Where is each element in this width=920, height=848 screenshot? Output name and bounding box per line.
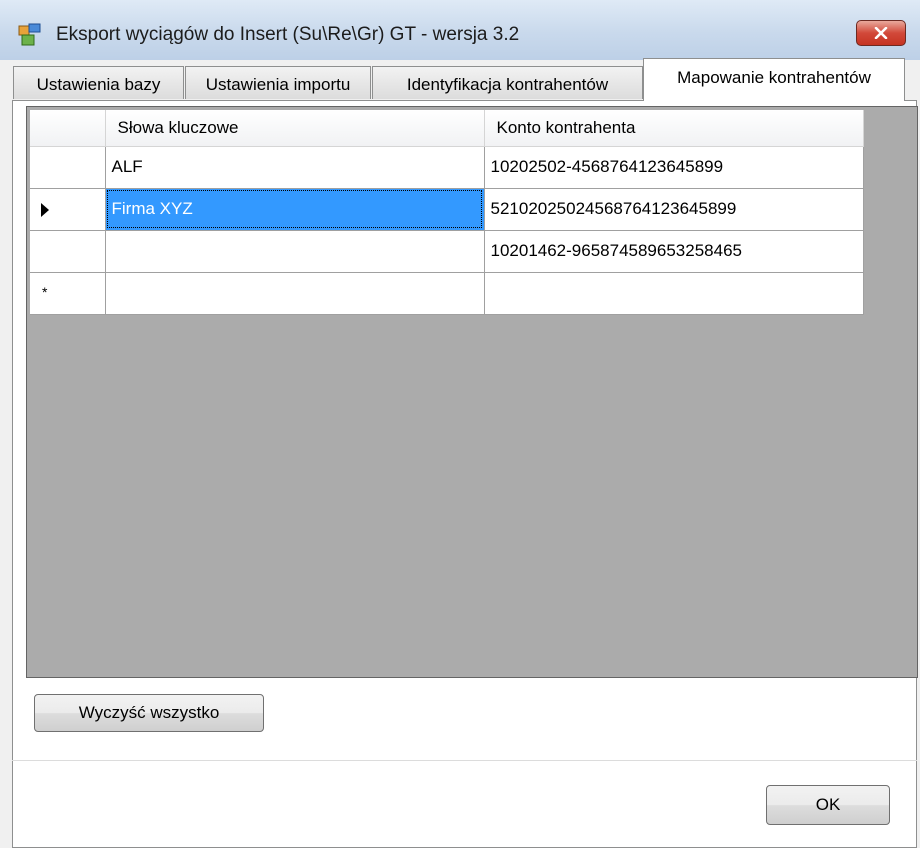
row-header[interactable] bbox=[30, 188, 106, 231]
window-title: Eksport wyciągów do Insert (Su\Re\Gr) GT… bbox=[56, 24, 520, 45]
table-row: Firma XYZ 52102025024568764123645899 bbox=[30, 188, 864, 231]
grid-table: Słowa kluczowe Konto kontrahenta ALF 102… bbox=[30, 110, 864, 315]
keywords-cell[interactable] bbox=[105, 272, 485, 315]
column-header-account[interactable]: Konto kontrahenta bbox=[484, 110, 864, 147]
close-button[interactable] bbox=[856, 20, 906, 46]
tab-identyfikacja-kontrahentow[interactable]: Identyfikacja kontrahentów bbox=[372, 66, 643, 99]
keywords-cell[interactable] bbox=[105, 230, 485, 273]
account-cell[interactable]: 10201462-965874589653258465 bbox=[484, 230, 864, 273]
app-window-icon bbox=[18, 23, 41, 46]
account-cell[interactable] bbox=[484, 272, 864, 315]
table-row: 10201462-965874589653258465 bbox=[30, 230, 864, 273]
current-row-arrow-icon bbox=[41, 202, 49, 217]
column-header-keywords[interactable]: Słowa kluczowe bbox=[105, 110, 485, 147]
ok-button[interactable]: OK bbox=[766, 785, 890, 825]
new-row-marker: * bbox=[42, 283, 48, 300]
account-cell[interactable]: 10202502-4568764123645899 bbox=[484, 146, 864, 189]
divider bbox=[12, 760, 917, 761]
account-cell[interactable]: 52102025024568764123645899 bbox=[484, 188, 864, 231]
keywords-cell[interactable]: ALF bbox=[105, 146, 485, 189]
clear-all-button[interactable]: Wyczyść wszystko bbox=[34, 694, 264, 732]
grid-corner-header[interactable] bbox=[30, 110, 106, 147]
tab-ustawienia-bazy[interactable]: Ustawienia bazy bbox=[13, 66, 184, 99]
mapping-grid[interactable]: Słowa kluczowe Konto kontrahenta ALF 102… bbox=[26, 106, 918, 678]
row-header[interactable]: * bbox=[30, 272, 106, 315]
tab-mapowanie-kontrahentow[interactable]: Mapowanie kontrahentów bbox=[643, 58, 905, 101]
table-row: ALF 10202502-4568764123645899 bbox=[30, 146, 864, 189]
row-header[interactable] bbox=[30, 146, 106, 189]
title-bar[interactable]: Eksport wyciągów do Insert (Su\Re\Gr) GT… bbox=[0, 0, 920, 60]
row-header[interactable] bbox=[30, 230, 106, 273]
close-icon bbox=[874, 27, 888, 39]
keywords-cell-selected[interactable]: Firma XYZ bbox=[105, 188, 485, 231]
table-row-new: * bbox=[30, 272, 864, 315]
main-window: Eksport wyciągów do Insert (Su\Re\Gr) GT… bbox=[0, 0, 920, 848]
tab-ustawienia-importu[interactable]: Ustawienia importu bbox=[185, 66, 371, 99]
